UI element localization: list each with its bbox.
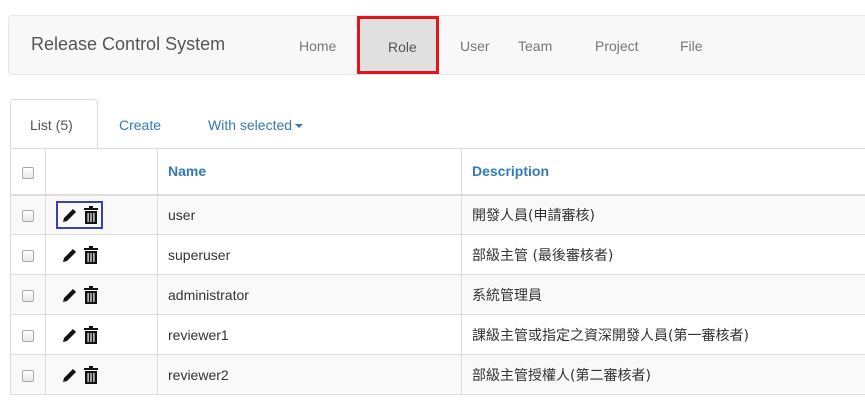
- nav-user[interactable]: User: [460, 38, 490, 54]
- trash-icon[interactable]: [83, 365, 99, 384]
- row-checkbox[interactable]: [22, 329, 34, 342]
- row-name: administrator: [157, 274, 462, 315]
- nav-role-label: Role: [388, 39, 417, 55]
- pencil-icon[interactable]: [60, 205, 80, 225]
- caret-down-icon: [295, 124, 304, 129]
- row-description: 系統管理員: [461, 274, 865, 315]
- row-checkbox[interactable]: [22, 249, 34, 262]
- header-actions: [45, 148, 158, 196]
- tab-with-selected-label: With selected: [208, 117, 293, 133]
- row-checkbox[interactable]: [22, 369, 34, 382]
- row-name: user: [157, 194, 462, 235]
- trash-icon[interactable]: [83, 245, 99, 264]
- tab-create[interactable]: Create: [119, 117, 161, 133]
- table-row: reviewer2 部級主管授權人(第二審核者): [10, 354, 865, 395]
- nav-role[interactable]: Role: [357, 16, 439, 74]
- header-description[interactable]: Description: [461, 148, 865, 196]
- nav-project[interactable]: Project: [595, 38, 639, 54]
- header-name[interactable]: Name: [157, 148, 462, 196]
- row-name: reviewer1: [157, 314, 462, 355]
- table-row: administrator 系統管理員: [10, 274, 865, 315]
- row-description: 開發人員(申請審核): [461, 194, 865, 235]
- table-row: superuser 部級主管 (最後審核者): [10, 234, 865, 275]
- pencil-icon[interactable]: [60, 365, 80, 385]
- row-description: 課級主管或指定之資深開發人員(第一審核者): [461, 314, 865, 355]
- select-all-checkbox[interactable]: [22, 166, 34, 179]
- trash-icon[interactable]: [83, 205, 99, 224]
- navbar: Release Control System Home Role User Te…: [8, 15, 865, 75]
- tab-list-label: List (5): [30, 117, 73, 133]
- trash-icon[interactable]: [83, 325, 99, 344]
- pencil-icon[interactable]: [60, 245, 80, 265]
- row-name: reviewer2: [157, 354, 462, 395]
- row-actions: [56, 241, 103, 269]
- pencil-icon[interactable]: [60, 325, 80, 345]
- nav-file[interactable]: File: [680, 38, 703, 54]
- row-description: 部級主管 (最後審核者): [461, 234, 865, 275]
- nav-home[interactable]: Home: [299, 38, 336, 54]
- row-actions: [56, 321, 103, 349]
- header-select-all: [10, 148, 46, 196]
- row-actions: [56, 281, 103, 309]
- roles-table: Name Description user 開發人員(申請審核) superus…: [10, 148, 865, 395]
- row-checkbox[interactable]: [22, 289, 34, 302]
- row-checkbox[interactable]: [22, 210, 34, 223]
- tab-with-selected[interactable]: With selected: [208, 117, 304, 133]
- tab-list[interactable]: List (5): [10, 99, 98, 150]
- table-row: reviewer1 課級主管或指定之資深開發人員(第一審核者): [10, 314, 865, 355]
- row-actions: [56, 200, 103, 229]
- pencil-icon[interactable]: [60, 285, 80, 305]
- nav-team[interactable]: Team: [518, 38, 552, 54]
- table-row: user 開發人員(申請審核): [10, 194, 865, 235]
- table-header-row: Name Description: [10, 148, 865, 196]
- row-name: superuser: [157, 234, 462, 275]
- row-actions: [56, 361, 103, 389]
- trash-icon[interactable]: [83, 285, 99, 304]
- brand-title[interactable]: Release Control System: [31, 34, 225, 55]
- row-description: 部級主管授權人(第二審核者): [461, 354, 865, 395]
